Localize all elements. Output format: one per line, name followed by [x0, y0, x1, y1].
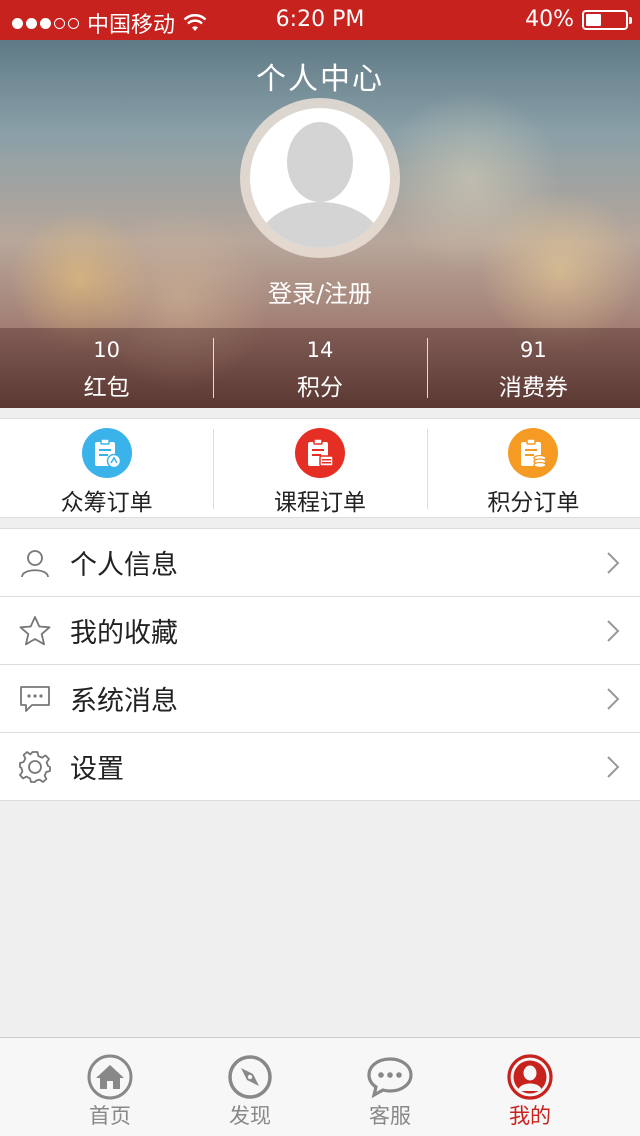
stats-bar: 10 红包 14 积分 91 消费券 [0, 328, 640, 408]
tab-label: 发现 [229, 1104, 271, 1128]
order-label: 积分订单 [487, 490, 580, 516]
course-order-button[interactable]: 课程订单 [213, 419, 426, 517]
chevron-right-icon [607, 756, 620, 778]
course-order-icon [294, 428, 345, 478]
stat-red-packet[interactable]: 10 红包 [0, 328, 213, 408]
chevron-right-icon [607, 620, 620, 642]
points-order-icon [508, 428, 559, 478]
menu-item-settings[interactable]: 设置 [0, 733, 640, 801]
stat-label: 消费券 [498, 375, 568, 401]
gear-icon [0, 750, 70, 784]
page-title: 个人中心 [256, 62, 384, 97]
battery-fill [586, 13, 602, 26]
order-label: 课程订单 [273, 490, 366, 516]
battery-percent: 40% [525, 7, 574, 32]
menu-item-label: 系统消息 [70, 686, 178, 717]
status-bar: 中国移动 6:20 PM 40% [0, 0, 640, 40]
menu-item-label: 我的收藏 [70, 618, 178, 649]
crowdfund-order-icon [81, 428, 132, 478]
settings-menu: 个人信息 我的收藏 系统消息 设置 [0, 528, 640, 801]
tab-label: 客服 [369, 1104, 411, 1128]
tab-home[interactable]: 首页 [40, 1038, 180, 1130]
stat-value: 10 [93, 338, 121, 362]
stat-label: 积分 [296, 375, 343, 401]
chevron-right-icon [607, 688, 620, 710]
crowdfund-order-button[interactable]: 众筹订单 [0, 419, 213, 517]
tab-label: 我的 [509, 1104, 551, 1128]
menu-item-label: 设置 [70, 754, 124, 785]
order-shortcuts: 众筹订单 课程订单 积分订单 [0, 418, 640, 518]
tab-customer-service[interactable]: 客服 [320, 1038, 460, 1130]
home-icon [87, 1054, 133, 1100]
tab-label: 首页 [89, 1104, 131, 1128]
default-avatar-icon [250, 108, 390, 248]
chat-icon [367, 1054, 413, 1100]
points-order-button[interactable]: 积分订单 [426, 419, 640, 517]
compass-icon [227, 1054, 273, 1100]
stat-label: 红包 [83, 375, 130, 401]
stat-coupons[interactable]: 91 消费券 [426, 328, 640, 408]
login-register-link[interactable]: 登录/注册 [0, 274, 640, 309]
stat-value: 91 [519, 338, 547, 362]
menu-item-favorites[interactable]: 我的收藏 [0, 597, 640, 665]
avatar[interactable] [240, 98, 400, 258]
battery-icon [582, 9, 632, 30]
stat-value: 14 [306, 338, 334, 362]
message-icon [0, 684, 70, 714]
menu-item-system-messages[interactable]: 系统消息 [0, 665, 640, 733]
star-icon [0, 615, 70, 647]
stat-points[interactable]: 14 积分 [213, 328, 426, 408]
order-label: 众筹订单 [60, 490, 153, 516]
menu-item-label: 个人信息 [70, 550, 178, 581]
profile-icon [507, 1054, 553, 1100]
bottom-tab-bar: 首页 发现 客服 我的 [0, 1037, 640, 1136]
tab-discover[interactable]: 发现 [180, 1038, 320, 1130]
menu-item-profile-info[interactable]: 个人信息 [0, 529, 640, 597]
tab-mine[interactable]: 我的 [460, 1038, 600, 1130]
status-right: 40% [525, 7, 632, 32]
user-icon [0, 547, 70, 579]
chevron-right-icon [607, 552, 620, 574]
profile-header: 个人中心 登录/注册 10 红包 14 积分 91 消费券 [0, 40, 640, 408]
